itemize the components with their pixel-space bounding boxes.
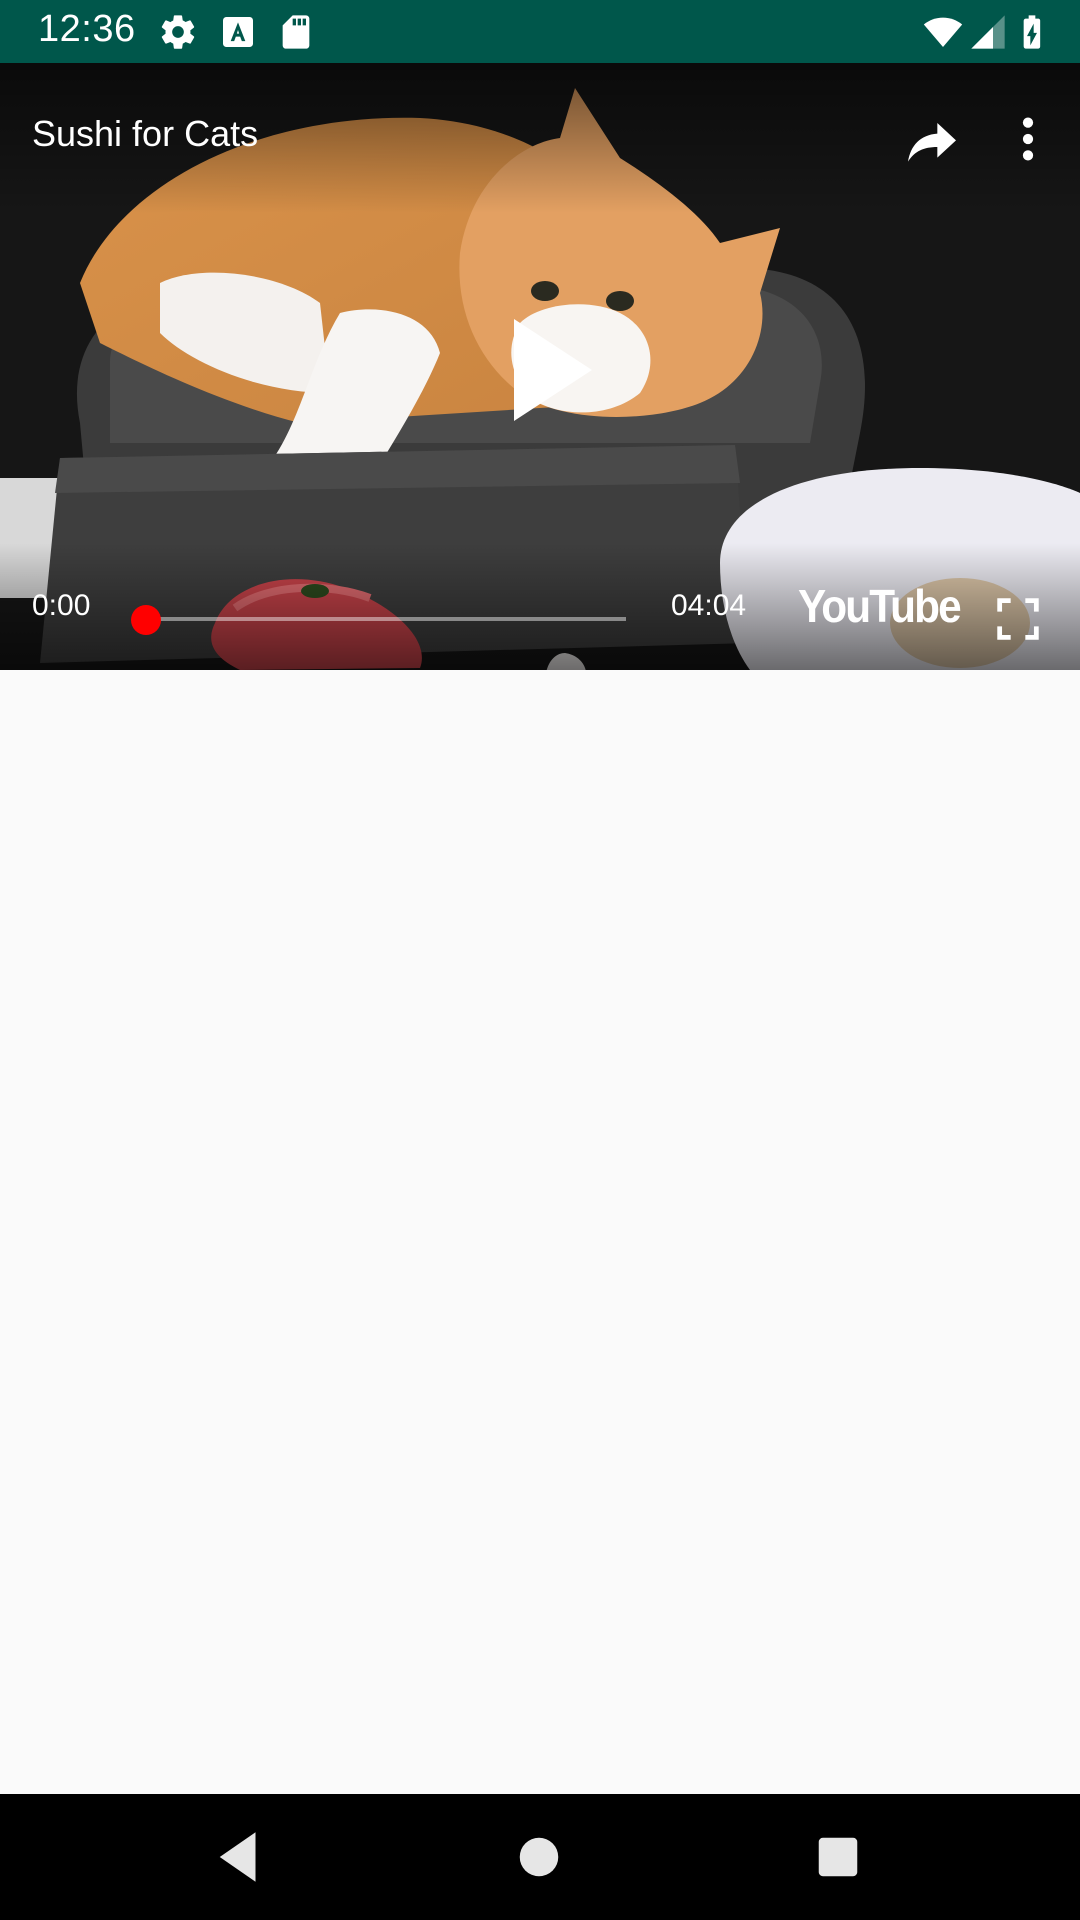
duration-time: 04:04 [671, 589, 747, 622]
current-time: 0:00 [32, 589, 91, 622]
seek-thumb[interactable] [131, 605, 161, 635]
video-title: Sushi for Cats [32, 113, 259, 154]
more-vert-icon[interactable] [1000, 107, 1056, 171]
play-icon[interactable] [500, 315, 600, 425]
cell-signal-icon [971, 15, 1005, 49]
recents-icon[interactable] [805, 1824, 871, 1890]
font-a-icon [223, 17, 253, 47]
sd-card-icon [282, 15, 310, 49]
share-icon[interactable] [900, 107, 964, 171]
status-bar: 12:36 [0, 0, 1080, 63]
navigation-bar [0, 1794, 1080, 1920]
back-icon[interactable] [206, 1824, 272, 1890]
status-time: 12:36 [38, 8, 136, 50]
battery-icon [1023, 15, 1041, 49]
seek-track [146, 617, 626, 621]
youtube-logo[interactable]: YouTube [798, 579, 962, 633]
video-player[interactable]: Sushi for Cats 0:00 04:04 YouTube [0, 63, 1080, 670]
wifi-icon [923, 17, 963, 47]
home-icon[interactable] [506, 1824, 572, 1890]
seek-bar[interactable] [131, 605, 626, 635]
settings-icon [161, 15, 195, 49]
fullscreen-icon[interactable] [996, 597, 1040, 641]
